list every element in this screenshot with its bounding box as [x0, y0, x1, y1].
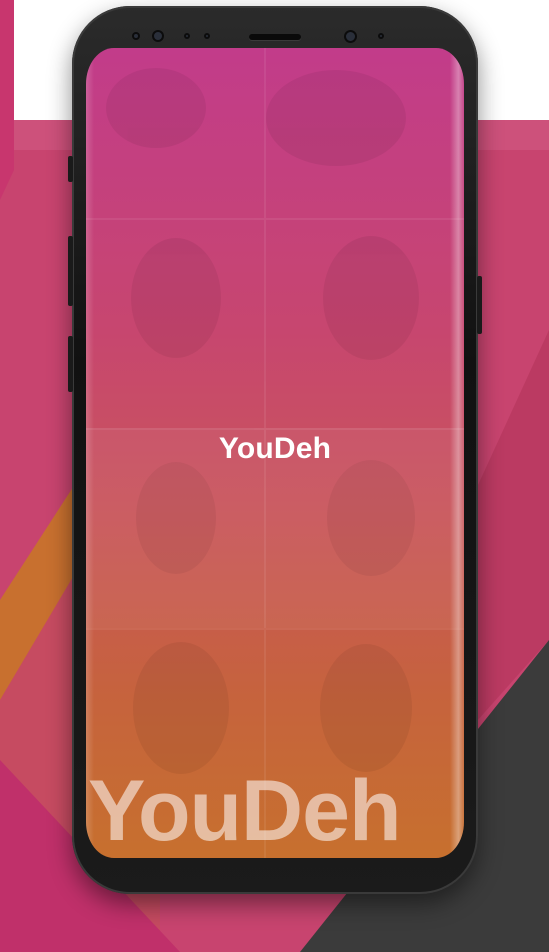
app-title: YouDeh	[218, 432, 332, 465]
corner-accent-tab	[0, 0, 14, 200]
phone-device: YouDeh YouDeh	[68, 6, 482, 894]
sensor-dot-icon	[184, 33, 190, 39]
proximity-sensor-icon	[132, 32, 140, 40]
sensor-dot-icon	[378, 33, 384, 39]
front-camera-icon	[344, 30, 357, 43]
splash-screen: YouDeh YouDeh	[86, 48, 464, 858]
bixby-button	[68, 156, 73, 182]
iris-scanner-icon	[152, 30, 164, 42]
earpiece-speaker-icon	[249, 34, 301, 40]
volume-down-button	[68, 336, 73, 392]
power-button	[477, 276, 482, 334]
sensor-dot-icon	[204, 33, 210, 39]
volume-button	[68, 236, 73, 306]
brand-watermark: YouDeh	[88, 763, 402, 858]
